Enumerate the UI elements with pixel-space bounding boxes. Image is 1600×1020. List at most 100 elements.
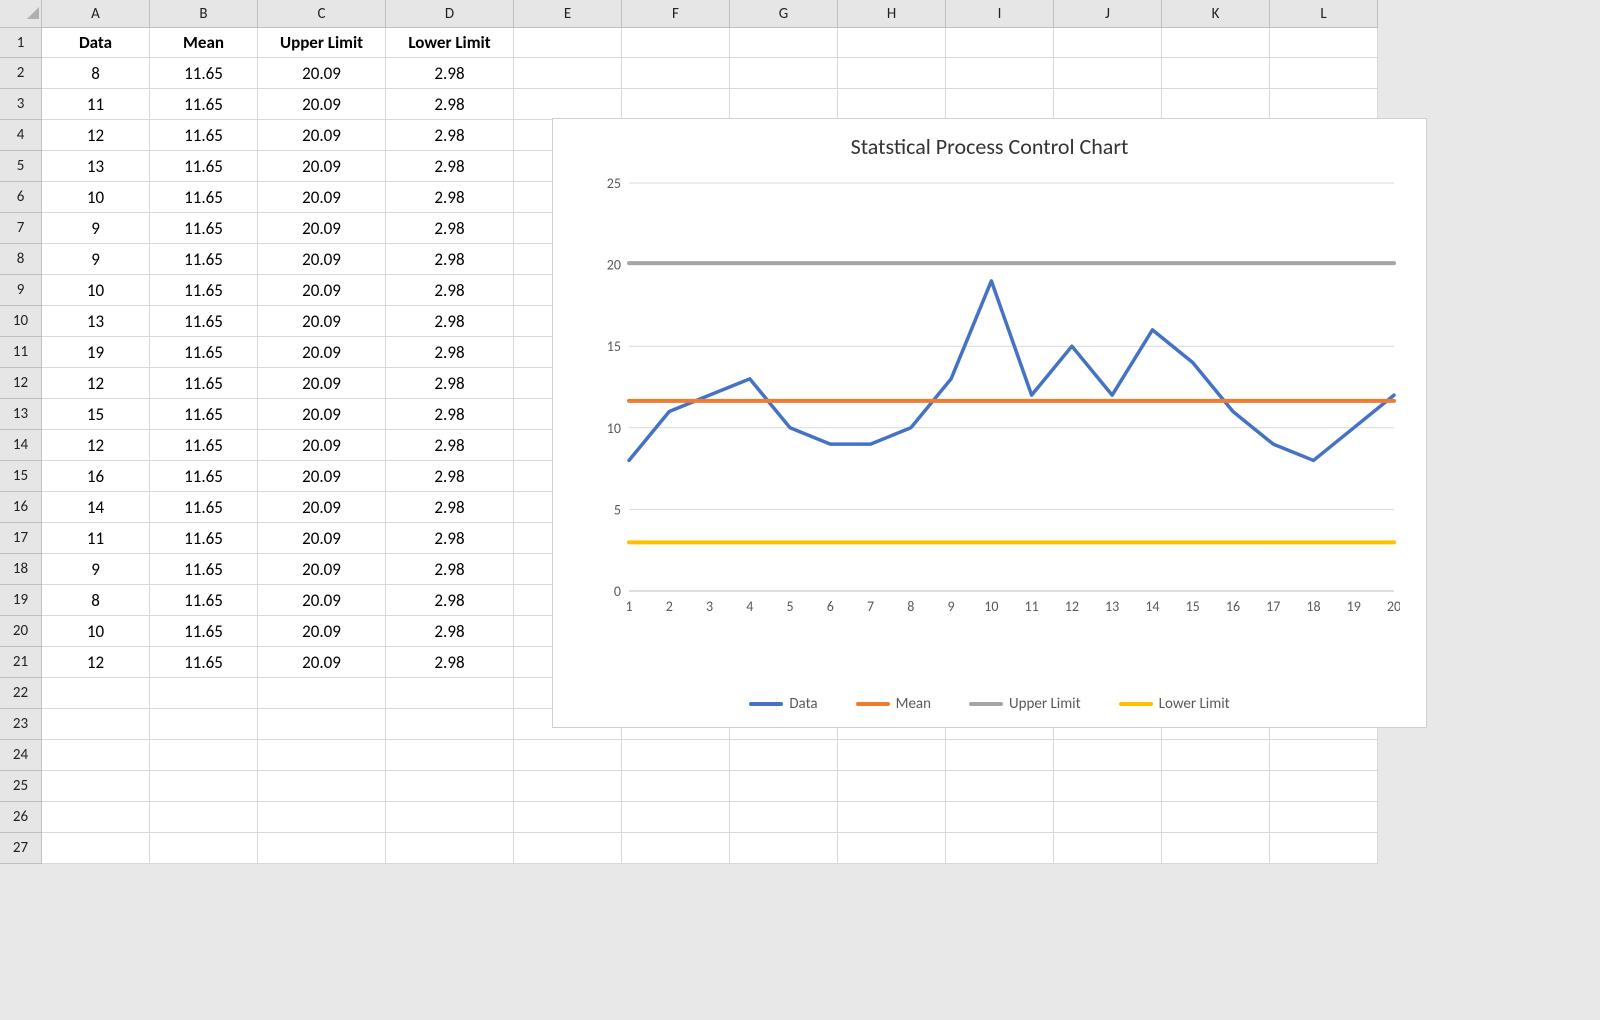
cell[interactable]: 9 [42,244,150,275]
cell[interactable] [1054,740,1162,771]
cell[interactable] [1270,771,1378,802]
row-header[interactable]: 19 [0,585,42,616]
cell[interactable]: 20.09 [258,492,386,523]
cell[interactable] [42,709,150,740]
cell[interactable]: 2.98 [386,616,514,647]
cell[interactable]: 11.65 [150,647,258,678]
cell[interactable]: 2.98 [386,492,514,523]
cell[interactable] [150,771,258,802]
cell[interactable]: 11.65 [150,368,258,399]
cell[interactable] [1162,802,1270,833]
cell[interactable]: 11.65 [150,554,258,585]
row-header[interactable]: 6 [0,182,42,213]
cell[interactable]: 2.98 [386,461,514,492]
cell[interactable] [946,771,1054,802]
cell[interactable]: 11.65 [150,585,258,616]
legend-item[interactable]: Mean [856,695,931,713]
cell[interactable]: 2.98 [386,275,514,306]
cell[interactable] [838,771,946,802]
column-header[interactable]: L [1270,0,1378,28]
cell[interactable]: 20.09 [258,58,386,89]
cell[interactable]: 2.98 [386,120,514,151]
row-header[interactable]: 12 [0,368,42,399]
cell[interactable]: 13 [42,306,150,337]
cell[interactable]: 2.98 [386,151,514,182]
cell[interactable]: 11.65 [150,275,258,306]
row-header[interactable]: 17 [0,523,42,554]
cell[interactable]: 20.09 [258,89,386,120]
cell[interactable]: 12 [42,647,150,678]
legend-item[interactable]: Data [749,695,817,713]
row-header[interactable]: 11 [0,337,42,368]
cell[interactable] [1162,740,1270,771]
cell[interactable]: 2.98 [386,554,514,585]
row-header[interactable]: 14 [0,430,42,461]
row-header[interactable]: 4 [0,120,42,151]
row-header[interactable]: 13 [0,399,42,430]
cell[interactable] [1054,58,1162,89]
cell[interactable] [1162,833,1270,864]
row-header[interactable]: 15 [0,461,42,492]
cell[interactable] [42,678,150,709]
cell[interactable]: 9 [42,213,150,244]
row-header[interactable]: 16 [0,492,42,523]
row-header[interactable]: 3 [0,89,42,120]
cell[interactable] [1270,58,1378,89]
cell[interactable]: 11 [42,89,150,120]
row-header[interactable]: 2 [0,58,42,89]
row-header[interactable]: 10 [0,306,42,337]
cell[interactable]: Mean [150,28,258,58]
cell[interactable]: 2.98 [386,523,514,554]
cell[interactable]: 2.98 [386,399,514,430]
cell[interactable]: 11.65 [150,213,258,244]
column-header[interactable]: H [838,0,946,28]
cell[interactable] [730,58,838,89]
select-all-corner[interactable] [0,0,42,28]
cell[interactable] [150,802,258,833]
row-header[interactable]: 24 [0,740,42,771]
cell[interactable]: 20.09 [258,554,386,585]
row-header[interactable]: 8 [0,244,42,275]
cell[interactable] [150,709,258,740]
cell[interactable]: 2.98 [386,58,514,89]
cell[interactable]: 19 [42,337,150,368]
column-header[interactable]: F [622,0,730,28]
cell[interactable] [946,740,1054,771]
column-header[interactable]: A [42,0,150,28]
cell[interactable]: 10 [42,275,150,306]
cell[interactable] [514,58,622,89]
row-header[interactable]: 22 [0,678,42,709]
cell[interactable]: 13 [42,151,150,182]
cell[interactable]: 10 [42,182,150,213]
row-header[interactable]: 9 [0,275,42,306]
cell[interactable]: 2.98 [386,89,514,120]
legend-item[interactable]: Upper Limit [969,695,1081,713]
cell[interactable]: 2.98 [386,213,514,244]
cell[interactable] [386,709,514,740]
cell[interactable]: 8 [42,58,150,89]
cell[interactable]: 10 [42,616,150,647]
cell[interactable] [1054,833,1162,864]
column-header[interactable]: I [946,0,1054,28]
cell[interactable] [622,771,730,802]
cell[interactable]: 2.98 [386,368,514,399]
cell[interactable]: 16 [42,461,150,492]
cell[interactable] [514,802,622,833]
cell[interactable] [514,771,622,802]
cell[interactable] [946,802,1054,833]
cell[interactable] [622,802,730,833]
cell[interactable] [838,58,946,89]
column-header[interactable]: K [1162,0,1270,28]
cell[interactable] [622,28,730,58]
cell[interactable] [1054,802,1162,833]
cell[interactable] [1054,771,1162,802]
row-header[interactable]: 20 [0,616,42,647]
cell[interactable] [514,28,622,58]
cell[interactable]: 11 [42,523,150,554]
cell[interactable]: 20.09 [258,244,386,275]
cell[interactable] [42,771,150,802]
chart-container[interactable]: Statstical Process Control Chart 0510152… [552,118,1427,728]
cell[interactable]: 2.98 [386,585,514,616]
cell[interactable]: 11.65 [150,89,258,120]
cell[interactable] [838,89,946,120]
